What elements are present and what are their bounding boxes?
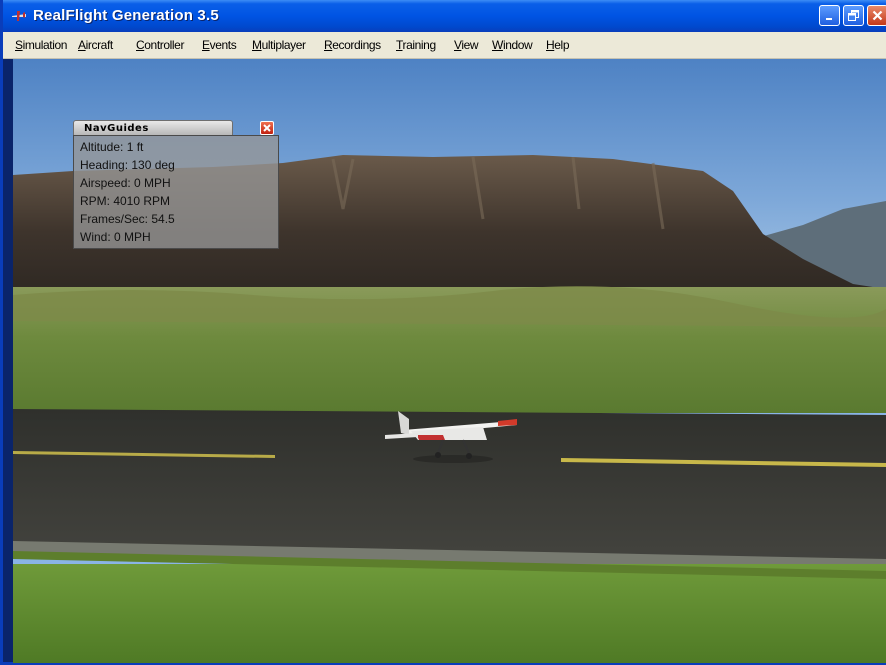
heading-readout: Heading: 130 deg — [80, 158, 175, 172]
minimize-button[interactable] — [819, 5, 840, 26]
navguides-close-button[interactable] — [260, 121, 274, 135]
altitude-readout: Altitude: 1 ft — [80, 140, 144, 154]
menu-training[interactable]: Training — [396, 38, 436, 52]
menu-view[interactable]: View — [454, 38, 479, 52]
menu-simulation[interactable]: Simulation — [15, 38, 67, 52]
framerate-readout: Frames/Sec: 54.5 — [80, 212, 175, 226]
close-icon — [872, 10, 883, 21]
app-window: RealFlight Generation 3.5 Simulation Air… — [0, 0, 886, 665]
navguides-title-tab[interactable]: NavGuides — [73, 120, 233, 136]
near-grass — [13, 564, 886, 663]
close-icon — [263, 124, 271, 132]
simulation-viewport[interactable]: NavGuides Altitude: 1 ft Heading: 130 de… — [13, 59, 886, 663]
menu-bar: Simulation Aircraft Controller Events Mu… — [3, 32, 886, 59]
minimize-icon — [825, 17, 832, 20]
window-title: RealFlight Generation 3.5 — [33, 7, 219, 24]
wind-readout: Wind: 0 MPH — [80, 230, 151, 244]
rpm-readout: RPM: 4010 RPM — [80, 194, 171, 208]
airplane-icon — [12, 11, 26, 21]
menu-events[interactable]: Events — [202, 38, 237, 52]
menu-help[interactable]: Help — [546, 38, 570, 52]
menu-multiplayer[interactable]: Multiplayer — [252, 38, 306, 52]
menu-recordings[interactable]: Recordings — [324, 38, 381, 52]
navguides-body: Altitude: 1 ft Heading: 130 deg Airspeed… — [73, 135, 279, 249]
restore-button[interactable] — [843, 5, 864, 26]
navguides-panel[interactable]: NavGuides Altitude: 1 ft Heading: 130 de… — [73, 120, 279, 249]
close-button[interactable] — [867, 5, 886, 26]
title-bar[interactable]: RealFlight Generation 3.5 — [3, 0, 886, 32]
airspeed-readout: Airspeed: 0 MPH — [80, 176, 171, 190]
menu-window[interactable]: Window — [492, 38, 533, 52]
navguides-title: NavGuides — [84, 123, 149, 134]
menu-aircraft[interactable]: Aircraft — [78, 38, 113, 52]
menu-controller[interactable]: Controller — [136, 38, 184, 52]
restore-icon — [848, 10, 859, 21]
